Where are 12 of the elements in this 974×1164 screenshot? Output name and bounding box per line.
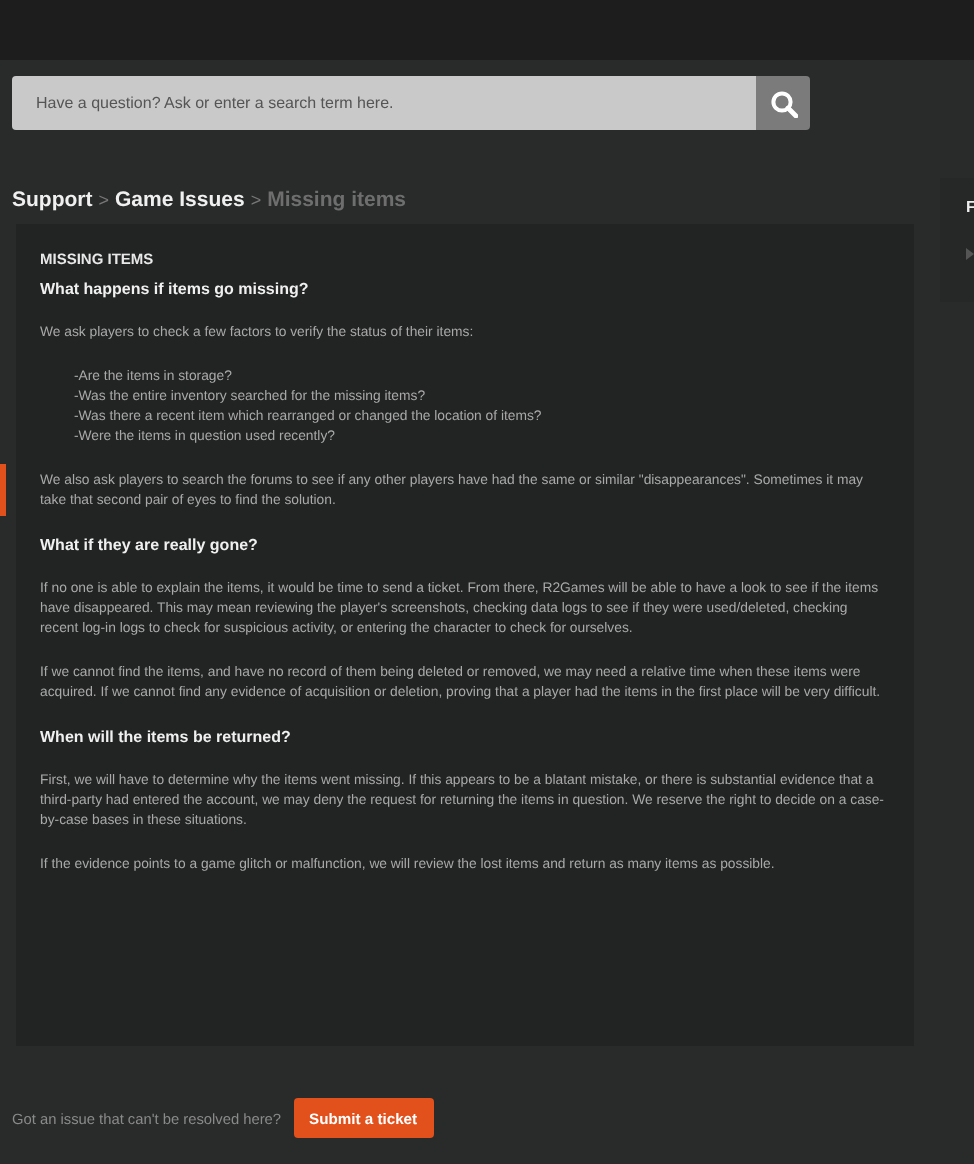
breadcrumb-separator: >: [250, 190, 262, 210]
accent-bar: [0, 464, 6, 516]
search-field[interactable]: Have a question? Ask or enter a search term here.: [12, 76, 756, 130]
breadcrumb-separator: >: [98, 190, 110, 210]
section-heading: What happens if items go missing?: [40, 280, 311, 298]
section-heading: What if they are really gone?: [40, 536, 260, 554]
section-heading: When will the items be returned?: [40, 728, 293, 746]
search-button[interactable]: [756, 76, 810, 130]
breadcrumb-link[interactable]: Support: [12, 188, 93, 212]
arrow-icon: [966, 248, 974, 260]
breadcrumb-link[interactable]: Game Issues: [115, 188, 245, 212]
search-icon: [769, 89, 797, 117]
